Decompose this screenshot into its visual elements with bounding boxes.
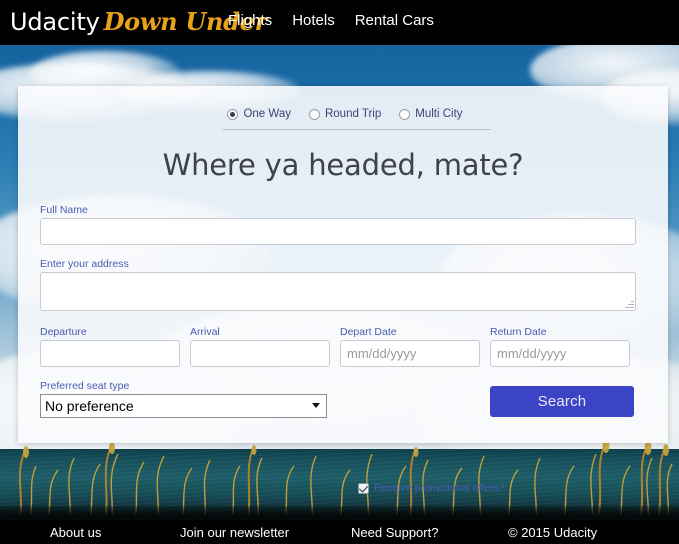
radio-option-multi-city[interactable]: Multi City (399, 108, 463, 120)
label-departure: Departure (40, 326, 87, 338)
arrival-input[interactable] (190, 340, 330, 367)
section-divider (223, 129, 491, 130)
radio-button-icon[interactable] (399, 108, 411, 120)
page-root: Udacity Down Under Flights Hotels Rental … (0, 0, 679, 544)
grass-silhouettes (0, 440, 679, 520)
label-full-name: Full Name (40, 204, 88, 216)
radio-option-one-way[interactable]: One Way (227, 108, 291, 120)
label-return-date: Return Date (490, 326, 547, 338)
label-depart-date: Depart Date (340, 326, 397, 338)
return-date-input[interactable] (490, 340, 630, 367)
radio-button-icon[interactable] (227, 108, 239, 120)
radio-label-multi-city: Multi City (415, 108, 463, 120)
checkbox-icon[interactable] (358, 482, 369, 494)
nav-link-hotels[interactable]: Hotels (292, 12, 335, 29)
radio-button-icon[interactable] (308, 108, 320, 120)
logo-text-main: Udacity (10, 8, 100, 36)
footer-copyright: © 2015 Udacity (508, 524, 598, 540)
label-address: Enter your address (40, 258, 129, 270)
site-footer: About us Join our newsletter Need Suppor… (0, 520, 679, 544)
label-arrival: Arrival (190, 326, 220, 338)
full-name-input[interactable] (40, 218, 636, 245)
trip-type-radio-group: One Way Round Trip Multi City (205, 108, 485, 120)
seat-type-select[interactable]: No preferenceAisleWindowMiddle (40, 394, 327, 418)
address-textarea[interactable] (40, 272, 636, 311)
main-navigation: Flights Hotels Rental Cars (228, 12, 434, 29)
radio-label-round-trip: Round Trip (324, 108, 382, 120)
radio-label-one-way: One Way (243, 108, 291, 120)
footer-link-support[interactable]: Need Support? (351, 525, 438, 540)
shore-shadow (0, 506, 679, 520)
page-title: Where ya headed, mate? (162, 148, 524, 182)
label-seat-type: Preferred seat type (40, 380, 130, 392)
footer-link-newsletter[interactable]: Join our newsletter (180, 525, 289, 540)
radio-option-round-trip[interactable]: Round Trip (308, 108, 382, 120)
booking-form-panel: One Way Round Trip Multi City Where ya h… (18, 86, 668, 494)
promotional-offers-checkbox-wrapper[interactable]: Receive promotional offers? (358, 482, 505, 494)
promotional-offers-label: Receive promotional offers? (374, 482, 505, 494)
nav-link-flights[interactable]: Flights (228, 12, 272, 29)
departure-input[interactable] (40, 340, 180, 367)
depart-date-input[interactable] (340, 340, 480, 367)
site-header: Udacity Down Under Flights Hotels Rental … (0, 0, 679, 45)
nav-link-rental-cars[interactable]: Rental Cars (355, 12, 434, 29)
footer-link-about-us[interactable]: About us (50, 525, 101, 540)
search-button[interactable]: Search (490, 386, 634, 417)
